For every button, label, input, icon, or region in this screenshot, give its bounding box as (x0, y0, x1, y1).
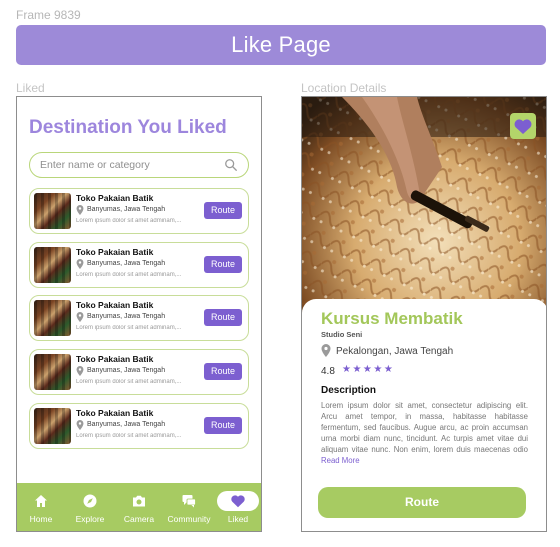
item-title: Toko Pakaian Batik (76, 354, 154, 364)
heart-icon (231, 495, 245, 508)
nav-community[interactable]: Community (163, 483, 215, 531)
details-card: Kursus Membatik Studio Seni Pekalongan, … (302, 299, 546, 531)
location-address: Pekalongan, Jawa Tengah (336, 346, 454, 357)
bottom-nav: Home Explore Camera Community Liked (17, 483, 261, 531)
item-thumbnail (34, 247, 71, 283)
location-pin-icon (76, 205, 84, 215)
nav-home[interactable]: Home (17, 483, 65, 531)
item-location: Banyumas, Jawa Tengah (87, 313, 166, 320)
nav-explore[interactable]: Explore (65, 483, 115, 531)
home-icon (35, 495, 47, 507)
route-button[interactable]: Route (204, 202, 242, 219)
liked-screen: Destination You Liked Enter name or cate… (16, 96, 262, 532)
item-thumbnail (34, 408, 71, 444)
item-location: Banyumas, Jawa Tengah (87, 260, 166, 267)
search-input[interactable]: Enter name or category (29, 152, 249, 178)
location-pin-icon (321, 344, 331, 357)
frame-label: Frame 9839 (16, 8, 81, 22)
search-placeholder: Enter name or category (40, 159, 150, 171)
route-button[interactable]: Route (204, 309, 242, 326)
liked-item[interactable]: Toko Pakaian Batik Banyumas, Jawa Tengah… (29, 403, 249, 449)
location-pin-icon (76, 366, 84, 376)
details-section-label: Location Details (301, 81, 387, 95)
item-description: Lorem ipsum dolor sit amet adminam,... (76, 325, 182, 331)
item-thumbnail (34, 354, 71, 390)
nav-liked[interactable]: Liked (215, 483, 261, 531)
route-button[interactable]: Route (318, 487, 526, 518)
chat-icon (182, 495, 196, 508)
page-banner: Like Page (16, 25, 546, 65)
description-heading: Description (321, 385, 377, 396)
item-description: Lorem ipsum dolor sit amet adminam,... (76, 433, 182, 439)
nav-community-label: Community (167, 514, 211, 524)
location-pin-icon (76, 420, 84, 430)
location-pin-icon (76, 312, 84, 322)
nav-camera[interactable]: Camera (115, 483, 163, 531)
item-title: Toko Pakaian Batik (76, 247, 154, 257)
rating-stars: ★★★★★ (342, 364, 395, 375)
item-location: Banyumas, Jawa Tengah (87, 367, 166, 374)
location-title: Kursus Membatik (321, 309, 463, 328)
details-screen: Kursus Membatik Studio Seni Pekalongan, … (301, 96, 547, 532)
search-icon[interactable] (224, 158, 238, 172)
route-button[interactable]: Route (204, 256, 242, 273)
item-thumbnail (34, 193, 71, 229)
nav-explore-label: Explore (75, 514, 105, 524)
read-more-link[interactable]: Read More (321, 456, 360, 465)
rating-value: 4.8 (321, 366, 335, 377)
liked-item[interactable]: Toko Pakaian Batik Banyumas, Jawa Tengah… (29, 188, 249, 234)
item-thumbnail (34, 300, 71, 336)
nav-liked-label: Liked (227, 514, 249, 524)
nav-camera-label: Camera (123, 514, 155, 524)
liked-item[interactable]: Toko Pakaian Batik Banyumas, Jawa Tengah… (29, 242, 249, 288)
item-description: Lorem ipsum dolor sit amet adminam,... (76, 218, 182, 224)
item-title: Toko Pakaian Batik (76, 300, 154, 310)
liked-item[interactable]: Toko Pakaian Batik Banyumas, Jawa Tengah… (29, 349, 249, 395)
liked-section-label: Liked (16, 81, 45, 95)
location-subtitle: Studio Seni (321, 330, 363, 339)
camera-icon (133, 495, 145, 507)
item-description: Lorem ipsum dolor sit amet adminam,... (76, 379, 182, 385)
heart-icon (514, 119, 532, 134)
description-text: Lorem ipsum dolor sit amet, consectetur … (321, 400, 528, 466)
location-pin-icon (76, 259, 84, 269)
page-title: Destination You Liked (29, 117, 227, 138)
item-title: Toko Pakaian Batik (76, 193, 154, 203)
liked-item[interactable]: Toko Pakaian Batik Banyumas, Jawa Tengah… (29, 295, 249, 341)
item-location: Banyumas, Jawa Tengah (87, 421, 166, 428)
item-description: Lorem ipsum dolor sit amet adminam,... (76, 272, 182, 278)
route-button[interactable]: Route (204, 417, 242, 434)
item-location: Banyumas, Jawa Tengah (87, 206, 166, 213)
item-title: Toko Pakaian Batik (76, 408, 154, 418)
description-body: Lorem ipsum dolor sit amet, consectetur … (321, 401, 528, 454)
route-button[interactable]: Route (204, 363, 242, 380)
compass-icon (83, 494, 97, 508)
nav-home-label: Home (29, 514, 53, 524)
favorite-button[interactable] (510, 113, 536, 139)
